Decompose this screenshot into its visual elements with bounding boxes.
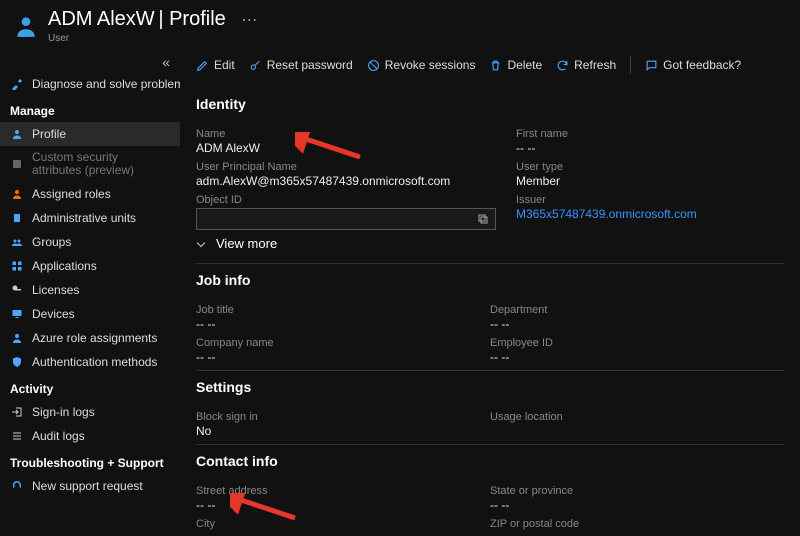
sidebar-item-diagnose[interactable]: Diagnose and solve problems [0,72,180,96]
section-identity-title: Identity [196,96,784,112]
street-value: -- -- [196,498,470,512]
zip-value: -- -- [490,531,764,536]
dept-label: Department [490,304,764,316]
refresh-button[interactable]: Refresh [556,58,616,72]
feedback-icon [645,59,658,72]
header-title-page: Profile [169,8,226,30]
issuer-value[interactable]: M365x57487439.onmicrosoft.com [516,207,764,221]
sidebar-item-devices[interactable]: Devices [0,302,180,326]
toolbar: Edit Reset password Revoke sessions Dele… [196,48,784,82]
reset-password-button[interactable]: Reset password [249,58,353,72]
group-icon [10,235,24,249]
firstname-label: First name [516,128,764,140]
pencil-icon [196,59,209,72]
person-role-icon [10,331,24,345]
sidebar-item-custom-attributes[interactable]: Custom security attributes (preview) [0,146,180,182]
trash-icon [489,59,502,72]
sidebar-item-groups[interactable]: Groups [0,230,180,254]
usertype-label: User type [516,161,764,173]
sidebar-header-manage: Manage [0,96,180,122]
page-header: ADM AlexW | Profile ⋯ User [0,0,800,48]
collapse-sidebar-button[interactable]: « [0,52,180,72]
monitor-icon [10,307,24,321]
copy-icon[interactable] [477,213,489,225]
signin-icon [10,405,24,419]
jobtitle-value: -- -- [196,317,470,331]
sidebar-item-licenses[interactable]: Licenses [0,278,180,302]
upn-value: adm.AlexW@m365x57487439.onmicrosoft.com [196,174,496,188]
user-icon [12,12,40,40]
divider [196,444,784,445]
divider [196,263,784,264]
shield-icon [10,355,24,369]
objectid-input[interactable] [196,208,496,230]
refresh-icon [556,59,569,72]
view-more-button[interactable]: View more [196,230,784,257]
sidebar-header-activity: Activity [0,374,180,400]
block-icon [367,59,380,72]
sidebar-item-profile[interactable]: Profile [0,122,180,146]
usertype-value: Member [516,174,764,188]
block-value: No [196,424,470,438]
person-badge-icon [10,187,24,201]
empid-label: Employee ID [490,337,764,349]
objectid-label: Object ID [196,194,496,206]
key-reset-icon [249,59,262,72]
person-icon [10,127,24,141]
usage-label: Usage location [490,411,764,423]
section-settings-title: Settings [196,379,784,395]
state-value: -- -- [490,498,764,512]
street-label: Street address [196,485,470,497]
sidebar-header-trouble: Troubleshooting + Support [0,448,180,474]
key-icon [10,283,24,297]
section-contact-title: Contact info [196,453,784,469]
list-icon [10,429,24,443]
main-content: Edit Reset password Revoke sessions Dele… [180,48,800,536]
company-value: -- -- [196,350,470,364]
block-label: Block sign in [196,411,470,423]
sidebar-item-auth-methods[interactable]: Authentication methods [0,350,180,374]
dept-value: -- -- [490,317,764,331]
sidebar-item-audit-logs[interactable]: Audit logs [0,424,180,448]
divider [196,370,784,371]
grid-icon [10,259,24,273]
sidebar-item-applications[interactable]: Applications [0,254,180,278]
header-more-icon[interactable]: ⋯ [241,12,257,29]
jobtitle-label: Job title [196,304,470,316]
delete-button[interactable]: Delete [489,58,542,72]
chevron-down-icon [197,238,205,246]
header-subtitle: User [48,33,257,44]
empid-value: -- -- [490,350,764,364]
sidebar-item-signin-logs[interactable]: Sign-in logs [0,400,180,424]
sidebar-item-azure-roles[interactable]: Azure role assignments [0,326,180,350]
tag-icon [10,157,24,171]
zip-label: ZIP or postal code [490,518,764,530]
edit-button[interactable]: Edit [196,58,235,72]
feedback-button[interactable]: Got feedback? [645,58,741,72]
revoke-sessions-button[interactable]: Revoke sessions [367,58,476,72]
firstname-value: -- -- [516,141,764,155]
toolbar-separator [630,56,631,74]
sidebar-item-assigned-roles[interactable]: Assigned roles [0,182,180,206]
section-jobinfo-title: Job info [196,272,784,288]
name-value: ADM AlexW [196,141,496,155]
building-icon [10,211,24,225]
sidebar-item-new-support[interactable]: New support request [0,474,180,498]
wrench-icon [10,77,24,91]
company-label: Company name [196,337,470,349]
headset-icon [10,479,24,493]
sidebar-item-admin-units[interactable]: Administrative units [0,206,180,230]
state-label: State or province [490,485,764,497]
name-label: Name [196,128,496,140]
city-value: -- -- [196,531,470,536]
sidebar: « Diagnose and solve problems Manage Pro… [0,48,180,536]
header-title-sep: | [158,8,169,30]
issuer-label: Issuer [516,194,764,206]
upn-label: User Principal Name [196,161,496,173]
city-label: City [196,518,470,530]
header-title-user: ADM AlexW [48,8,155,30]
